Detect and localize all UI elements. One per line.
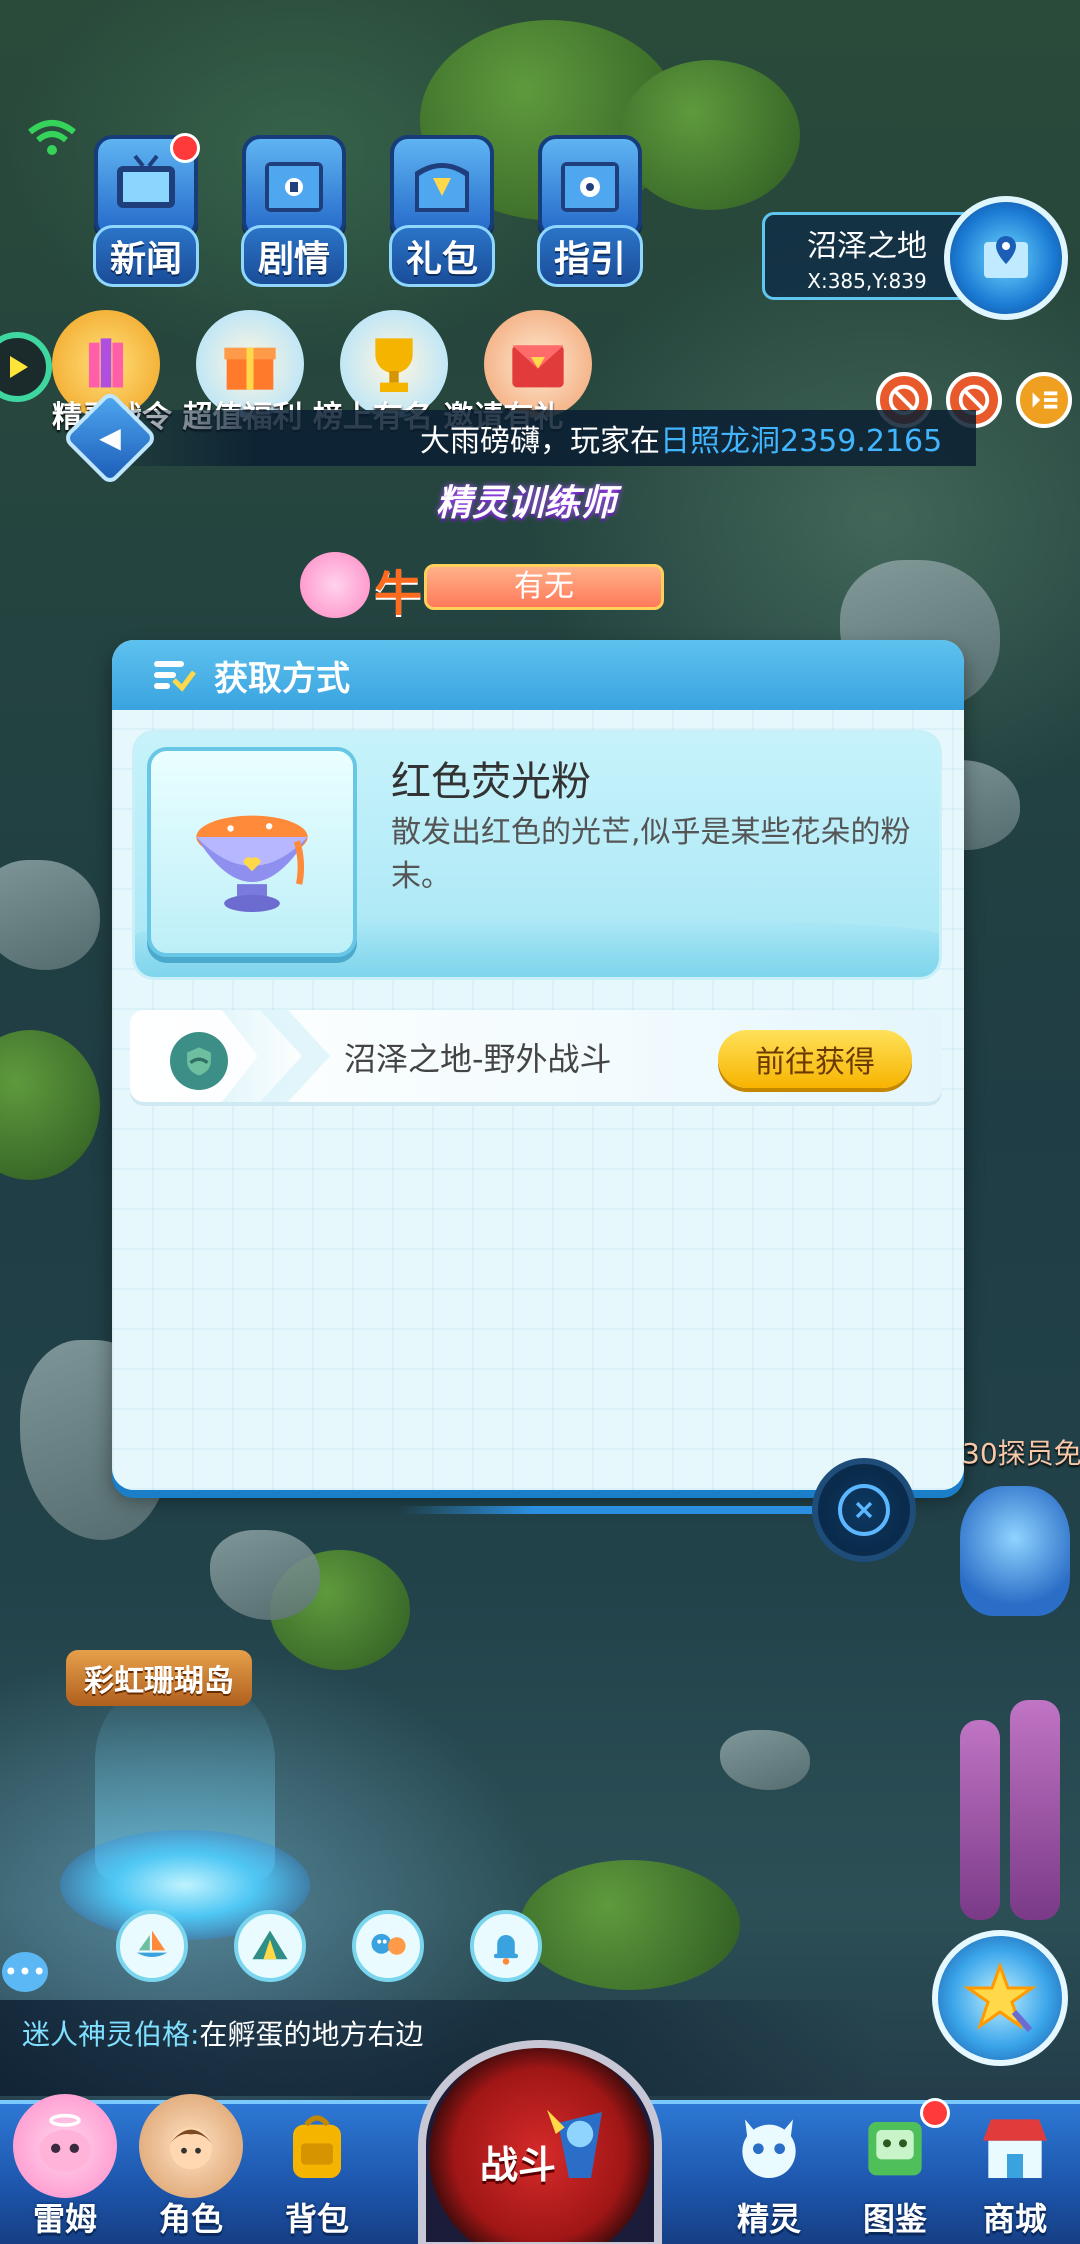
explorer-character[interactable] xyxy=(960,1486,1070,1616)
top-menu: 新闻 剧情 礼包 指引 xyxy=(90,133,646,287)
nav-label: 背包 xyxy=(284,2200,349,2238)
close-dialog-button[interactable] xyxy=(812,1458,916,1562)
friends-icon xyxy=(371,1933,406,1955)
broadcast-text: 大雨磅礴，玩家在日照龙洞2359.2165 xyxy=(420,416,942,460)
nav-item-leimu[interactable]: 雷姆 xyxy=(0,2094,130,2244)
player-name: 有无 xyxy=(424,564,664,610)
top-menu-label: 新闻 xyxy=(92,225,199,287)
play-arrow-icon xyxy=(10,356,28,378)
top-menu-label: 礼包 xyxy=(388,225,495,287)
checklist-icon xyxy=(154,661,196,692)
guide-chest-icon xyxy=(538,135,642,239)
item-name: 红色荧光粉 xyxy=(391,759,591,805)
quick-action-friends[interactable] xyxy=(352,1910,424,1982)
broadcast-bar: ◀ 大雨磅礴，玩家在日照龙洞2359.2165 xyxy=(61,389,976,487)
dialog-title: 获取方式 xyxy=(214,658,350,699)
item-thumbnail xyxy=(147,747,357,957)
nav-label: 精灵 xyxy=(736,2200,801,2238)
top-menu-label: 剧情 xyxy=(240,225,347,287)
nav-label: 图鉴 xyxy=(862,2200,927,2238)
nav-item-role[interactable]: 角色 xyxy=(126,2094,256,2244)
broadcast-place: 日照龙洞 xyxy=(660,424,780,459)
dialog-header: 获取方式 xyxy=(112,640,964,710)
chat-sender: 迷人神灵伯格: xyxy=(22,2018,200,2051)
explorer-promo-text[interactable]: 30探员免 xyxy=(962,1432,1080,1472)
quick-action-camp[interactable] xyxy=(234,1910,306,1982)
location-coords: X:385,Y:839 xyxy=(807,269,927,293)
map-button[interactable] xyxy=(944,196,1068,320)
item-card: 红色荧光粉 散发出红色的光芒,似乎是某些花朵的粉末。 xyxy=(132,730,942,980)
shield-icon xyxy=(170,1032,228,1090)
item-description: 散发出红色的光芒,似乎是某些花朵的粉末。 xyxy=(391,815,911,894)
player-title: 精灵训练师 xyxy=(436,483,617,524)
player-name-tag: 牛 有无 xyxy=(300,552,680,622)
spirit-cat-icon xyxy=(717,2094,821,2198)
map-pin-icon xyxy=(984,236,1028,278)
quick-action-notify[interactable] xyxy=(470,1910,542,1982)
gift-chest-icon xyxy=(390,135,494,239)
go-obtain-button[interactable]: 前往获得 xyxy=(718,1030,912,1088)
shop-store-icon xyxy=(963,2094,1067,2198)
star-wand-button[interactable] xyxy=(932,1930,1068,2066)
acquire-dialog: 获取方式 红色荧光粉 散发出红色的光芒,似乎是某些花朵的粉末。 沼泽之地-野外战… xyxy=(112,640,964,1490)
nav-item-bag[interactable]: 背包 xyxy=(252,2094,382,2244)
battle-label: 战斗 xyxy=(480,2143,557,2187)
menu-button[interactable] xyxy=(1016,372,1072,428)
nav-item-codex[interactable]: 图鉴 xyxy=(830,2094,960,2244)
chat-message: 迷人神灵伯格:在孵蛋的地方右边 xyxy=(22,2016,442,2054)
backpack-icon xyxy=(265,2094,369,2198)
news-badge xyxy=(170,133,200,163)
quick-action-ride[interactable] xyxy=(116,1910,188,1982)
bell-icon xyxy=(493,1935,519,1965)
menu-list-icon xyxy=(1032,391,1058,409)
top-menu-news[interactable]: 新闻 xyxy=(90,133,202,287)
wifi-signal-icon xyxy=(26,118,78,158)
nav-item-shop[interactable]: 商城 xyxy=(950,2094,1080,2244)
top-menu-guide[interactable]: 指引 xyxy=(534,135,646,287)
top-menu-gift[interactable]: 礼包 xyxy=(386,135,498,287)
tent-icon xyxy=(252,1930,288,1960)
top-menu-story[interactable]: 剧情 xyxy=(238,135,350,287)
island-label[interactable]: 彩虹珊瑚岛 xyxy=(66,1650,252,1706)
dialog-body: 红色荧光粉 散发出红色的光芒,似乎是某些花朵的粉末。 沼泽之地-野外战斗 前往获… xyxy=(112,710,964,1490)
nav-label: 商城 xyxy=(982,2200,1047,2238)
nav-label: 雷姆 xyxy=(32,2200,97,2238)
leimu-avatar-icon xyxy=(13,2094,117,2198)
top-menu-label: 指引 xyxy=(536,225,643,287)
nav-item-spirit[interactable]: 精灵 xyxy=(704,2094,834,2244)
broadcast-value: 2359.2165 xyxy=(780,424,943,459)
nav-label: 角色 xyxy=(158,2200,223,2238)
star-wand-icon xyxy=(963,1961,1037,2032)
chat-panel[interactable]: 迷人神灵伯格:在孵蛋的地方右边 xyxy=(0,2000,880,2096)
quick-actions xyxy=(116,1910,542,1982)
rank-badge xyxy=(300,552,370,618)
story-chest-icon xyxy=(242,135,346,239)
chat-bubble-icon[interactable]: ••• xyxy=(2,1952,48,1992)
sailboat-icon xyxy=(136,1930,168,1957)
source-row: 沼泽之地-野外战斗 前往获得 xyxy=(130,1010,942,1102)
codex-badge xyxy=(920,2098,950,2128)
battle-button[interactable]: 战斗 xyxy=(418,2040,662,2244)
location-name: 沼泽之地 xyxy=(807,229,927,264)
broadcast-prefix: 大雨磅礴，玩家在 xyxy=(420,424,660,459)
character-avatar-icon xyxy=(139,2094,243,2198)
chat-text: 在孵蛋的地方右边 xyxy=(199,2018,424,2051)
location-panel: 沼泽之地 X:385,Y:839 xyxy=(762,212,972,300)
dialog-decoration-line xyxy=(400,1506,840,1514)
source-label: 沼泽之地-野外战斗 xyxy=(344,1040,612,1078)
powder-bowl-icon xyxy=(196,815,308,912)
close-icon xyxy=(838,1484,890,1536)
player-tag: 牛 xyxy=(374,566,423,622)
